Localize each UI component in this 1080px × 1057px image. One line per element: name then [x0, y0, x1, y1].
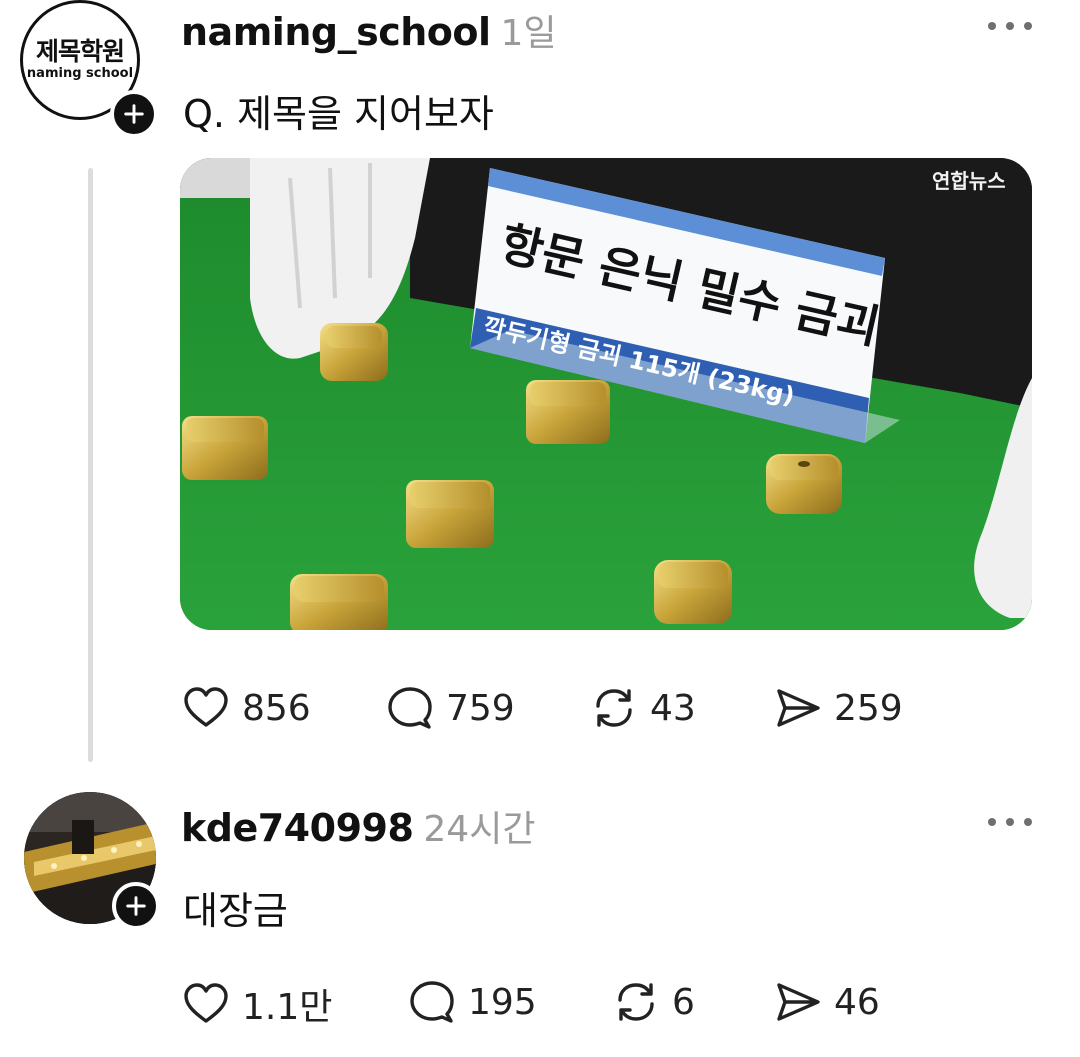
more-dot — [1024, 818, 1032, 826]
reply-reply-count: 195 — [468, 981, 537, 1023]
send-icon — [777, 983, 820, 1021]
reply-follow-button[interactable] — [112, 882, 160, 930]
gold-bar — [290, 574, 388, 630]
avatar-logo-subtitle: naming school — [26, 66, 134, 81]
thread-line — [88, 168, 93, 762]
reply-button[interactable]: 759 — [386, 684, 515, 732]
reply-count: 759 — [446, 687, 515, 729]
repost-arrows-icon — [618, 983, 654, 1021]
plus-icon — [124, 104, 144, 124]
gold-bar — [320, 323, 388, 381]
reply-share-button[interactable]: 46 — [774, 978, 880, 1026]
speech-bubble-icon — [388, 687, 432, 729]
send-icon — [777, 689, 820, 727]
reply-repost-button[interactable]: 6 — [612, 978, 695, 1026]
gold-bar — [182, 416, 268, 480]
more-dot — [1024, 22, 1032, 30]
reply-text: 대장금 — [183, 889, 288, 933]
gold-bar — [526, 380, 610, 444]
more-dot — [988, 818, 996, 826]
more-dot — [1006, 22, 1014, 30]
plus-icon — [126, 896, 146, 916]
more-dot — [988, 22, 996, 30]
gold-bar — [654, 560, 732, 624]
reply-time: 24시간 — [423, 809, 536, 850]
gold-bar — [406, 480, 494, 548]
repost-button[interactable]: 43 — [590, 684, 696, 732]
gold-bars-photo: 항문 은닉 밀수 금괴 깍두기형 금괴 115개 (23kg) 연합뉴스 — [180, 158, 1032, 630]
repost-arrows-icon — [596, 689, 632, 727]
post-more-button[interactable] — [988, 20, 1032, 32]
share-count: 259 — [834, 687, 903, 729]
speech-bubble-icon — [410, 981, 454, 1023]
reply-share-count: 46 — [834, 981, 880, 1023]
avatar-logo-title: 제목학원 — [35, 37, 125, 66]
heart-icon — [184, 687, 228, 727]
post-header: naming_school 1일 — [181, 4, 557, 56]
post-time: 1일 — [500, 13, 557, 54]
reply-like-button[interactable]: 1.1만 — [182, 978, 332, 1030]
like-button[interactable]: 856 — [182, 684, 311, 732]
reply-repost-count: 6 — [672, 981, 695, 1023]
heart-icon — [184, 983, 228, 1023]
post-text: Q. 제목을 지어보자 — [183, 92, 494, 136]
reply-header: kde740998 24시간 — [181, 800, 535, 852]
repost-count: 43 — [650, 687, 696, 729]
more-dot — [1006, 818, 1014, 826]
like-count: 856 — [242, 687, 311, 729]
reply-username[interactable]: kde740998 — [181, 806, 414, 850]
image-watermark: 연합뉴스 — [932, 169, 1006, 193]
follow-button[interactable] — [110, 90, 158, 138]
reply-more-button[interactable] — [988, 816, 1032, 828]
post-username[interactable]: naming_school — [181, 10, 491, 54]
post-image[interactable]: 항문 은닉 밀수 금괴 깍두기형 금괴 115개 (23kg) 연합뉴스 — [180, 158, 1032, 630]
reply-like-count: 1.1만 — [242, 987, 333, 1028]
gold-bar — [766, 454, 842, 514]
share-button[interactable]: 259 — [774, 684, 903, 732]
reply-reply-button[interactable]: 195 — [408, 978, 537, 1026]
